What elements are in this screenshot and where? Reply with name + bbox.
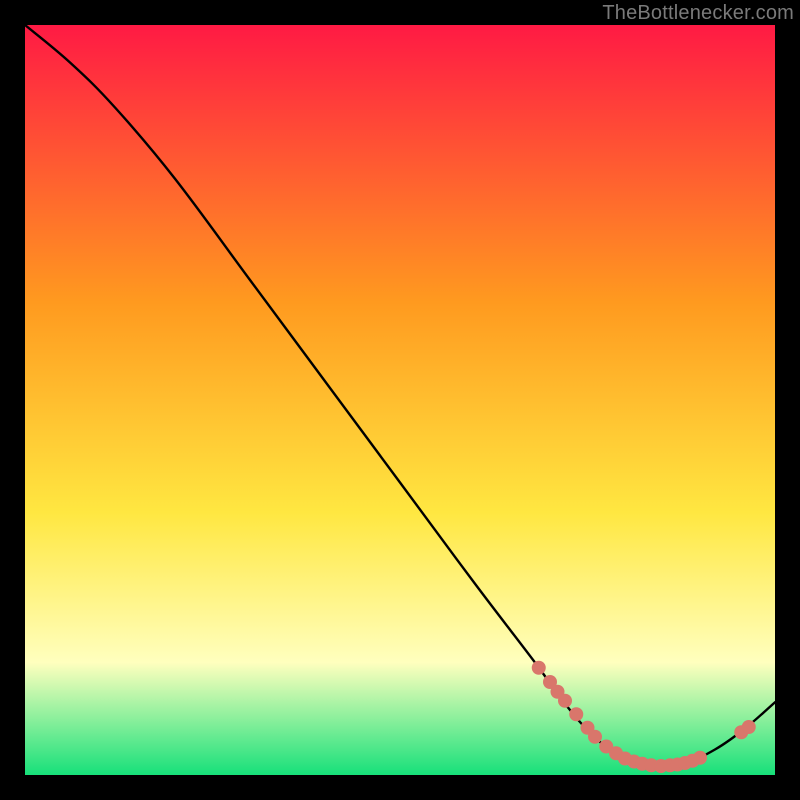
data-marker (532, 661, 546, 675)
data-marker (693, 751, 707, 765)
data-marker (569, 707, 583, 721)
plot-area (25, 25, 775, 775)
data-marker (742, 720, 756, 734)
gradient-background (25, 25, 775, 775)
chart-stage: TheBottlenecker.com (0, 0, 800, 800)
chart-svg (25, 25, 775, 775)
data-marker (558, 694, 572, 708)
data-marker (588, 730, 602, 744)
attribution-label: TheBottlenecker.com (602, 2, 794, 25)
